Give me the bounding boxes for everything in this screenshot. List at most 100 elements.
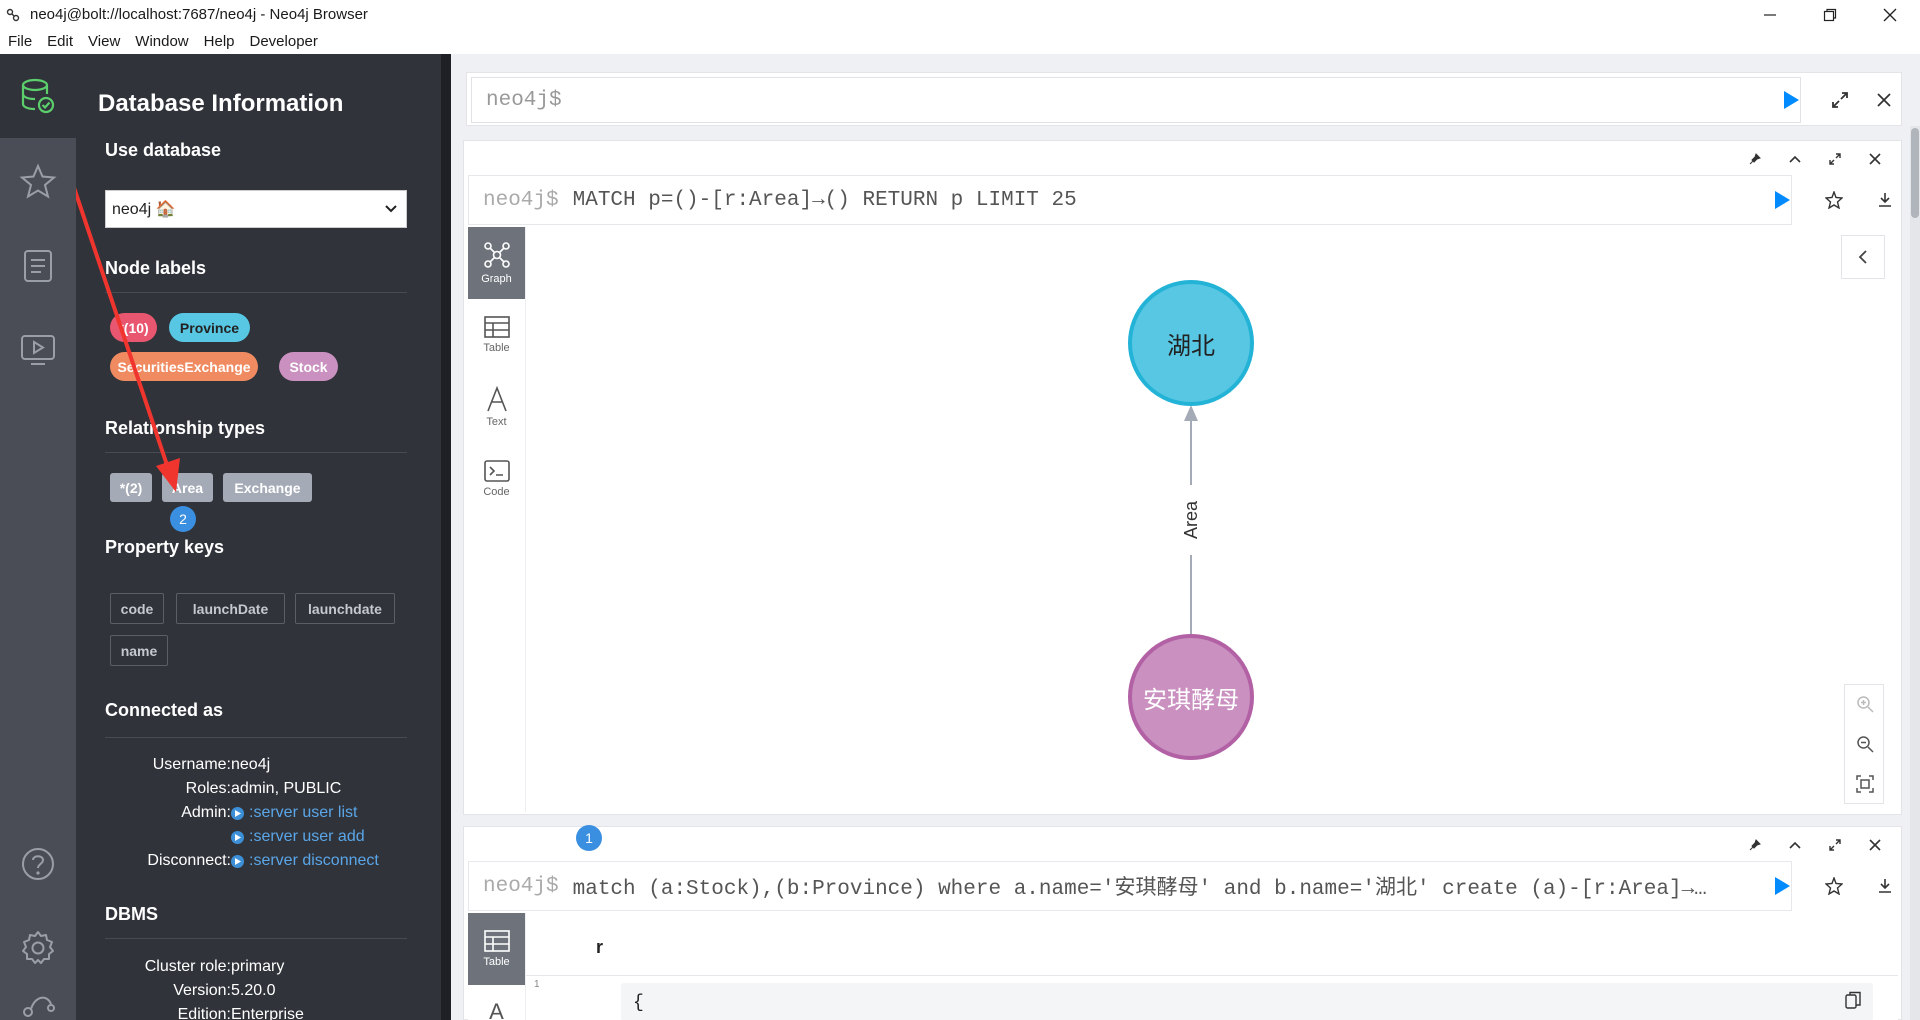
arrow-head-icon (1184, 405, 1198, 421)
edition-value: Enterprise (231, 1006, 304, 1020)
cluster-role-label: Cluster role: (144, 958, 231, 975)
result-frame-graph: neo4j$ MATCH p=()-[r:Area]→() RETURN p L… (463, 140, 1902, 815)
fullscreen-editor-button[interactable] (1825, 85, 1855, 115)
restore-icon (1823, 8, 1837, 21)
expand-icon (1829, 153, 1841, 165)
fullscreen-frame-button[interactable] (1820, 835, 1850, 855)
result-frame-table: 1 neo4j$ match (a:Stock),(b:Province) wh… (463, 825, 1902, 1020)
tab-graph-label: Graph (481, 273, 512, 285)
tab-text-glyph: A (489, 999, 504, 1020)
favorite-query-button[interactable] (1819, 871, 1849, 901)
favorites-button[interactable] (0, 140, 76, 224)
column-header-r: r (596, 937, 604, 957)
rerun-query-button[interactable] (1767, 871, 1797, 901)
property-key-launchdate-lower[interactable]: launchdate (295, 593, 395, 624)
node-angel-yeast[interactable]: 安琪酵母 (1128, 634, 1254, 760)
menu-edit[interactable]: Edit (47, 33, 73, 50)
clear-editor-button[interactable] (1869, 85, 1899, 115)
copy-icon (1845, 991, 1861, 1009)
play-icon (231, 854, 244, 868)
property-key-name[interactable]: name (110, 635, 168, 666)
menu-window[interactable]: Window (135, 33, 188, 50)
node-hubei[interactable]: 湖北 (1128, 280, 1254, 406)
zoom-in-button[interactable] (1845, 685, 1885, 723)
cluster-role-value: primary (231, 958, 285, 975)
pin-frame-button[interactable] (1740, 149, 1770, 169)
play-icon (1784, 91, 1799, 109)
tab-code[interactable]: Code (468, 443, 525, 515)
tab-graph[interactable]: Graph (468, 227, 525, 299)
frame-query[interactable]: neo4j$ match (a:Stock),(b:Province) wher… (468, 861, 1792, 911)
graph-canvas[interactable]: Area 湖北 安琪酵母 (526, 227, 1898, 812)
toggle-inspector-button[interactable] (1841, 235, 1885, 279)
version-value: 5.20.0 (231, 982, 276, 999)
export-button[interactable] (1870, 185, 1900, 215)
property-keys-heading: Property keys (105, 537, 225, 557)
code-icon (483, 460, 510, 482)
documents-button[interactable] (0, 224, 76, 308)
main-scrollbar[interactable] (1910, 126, 1920, 1020)
server-disconnect-link[interactable]: :server disconnect (231, 852, 379, 870)
server-user-list-link[interactable]: :server user list (231, 804, 357, 822)
rerun-query-button[interactable] (1767, 185, 1797, 215)
table-view: r 1 { (526, 913, 1898, 1020)
frame-prompt: neo4j$ (483, 188, 559, 212)
close-icon (1877, 93, 1891, 107)
zoom-controls (1844, 684, 1884, 804)
annotation-arrow (76, 187, 180, 492)
server-user-list-text: :server user list (249, 804, 358, 821)
settings-button[interactable] (0, 906, 76, 990)
username-label: Username: (152, 756, 231, 773)
server-user-add-link[interactable]: :server user add (231, 828, 365, 846)
cypher-input[interactable]: neo4j$ (471, 77, 1801, 123)
neo4j-logo-icon (23, 996, 55, 1017)
close-window-button[interactable] (1860, 0, 1920, 29)
minimize-button[interactable] (1740, 0, 1800, 29)
tab-code-label: Code (483, 486, 510, 498)
collapse-frame-button[interactable] (1780, 835, 1810, 855)
property-key-launchdate[interactable]: launchDate (176, 593, 285, 624)
collapse-frame-button[interactable] (1780, 149, 1810, 169)
pin-frame-button[interactable] (1740, 835, 1770, 855)
star-icon (1825, 191, 1843, 209)
tab-table[interactable]: Table (468, 913, 525, 985)
tab-text[interactable]: Text (468, 371, 525, 443)
about-button[interactable] (0, 990, 76, 1020)
restore-button[interactable] (1800, 0, 1860, 29)
frame-query[interactable]: neo4j$ MATCH p=()-[r:Area]→() RETURN p L… (468, 175, 1792, 225)
export-button[interactable] (1870, 871, 1900, 901)
close-frame-button[interactable] (1860, 149, 1890, 169)
server-disconnect-text: :server disconnect (249, 852, 379, 869)
fullscreen-frame-button[interactable] (1820, 149, 1850, 169)
guides-button[interactable] (0, 308, 76, 392)
close-frame-button[interactable] (1860, 835, 1890, 855)
database-info-button[interactable] (0, 54, 76, 138)
zoom-out-icon (1857, 736, 1874, 753)
property-key-code[interactable]: code (110, 593, 164, 624)
help-button[interactable] (0, 822, 76, 906)
copy-button[interactable] (1845, 991, 1861, 1014)
tab-table-label: Table (483, 342, 510, 354)
scroll-thumb[interactable] (1911, 128, 1919, 218)
tab-table[interactable]: Table (468, 299, 525, 371)
favorite-query-button[interactable] (1819, 185, 1849, 215)
close-icon (1883, 8, 1897, 21)
view-tabs: Table A (468, 913, 526, 1020)
text-icon (486, 386, 507, 412)
tab-text[interactable]: A (468, 985, 525, 1020)
document-icon (24, 250, 52, 282)
row-number: 1 (534, 979, 540, 990)
menu-help[interactable]: Help (204, 33, 235, 50)
run-query-button[interactable] (1776, 85, 1806, 115)
menu-view[interactable]: View (88, 33, 120, 50)
menu-file[interactable]: File (8, 33, 32, 50)
menu-developer[interactable]: Developer (250, 33, 318, 50)
zoom-in-icon (1857, 696, 1874, 713)
admin-label: Admin: (181, 804, 231, 821)
frame-query-text: match (a:Stock),(b:Province) where a.nam… (572, 878, 1707, 901)
fit-to-screen-button[interactable] (1845, 765, 1885, 803)
graph-icon (483, 242, 510, 268)
download-icon (1879, 193, 1891, 207)
zoom-out-button[interactable] (1845, 725, 1885, 763)
result-json[interactable]: { (621, 983, 1873, 1020)
